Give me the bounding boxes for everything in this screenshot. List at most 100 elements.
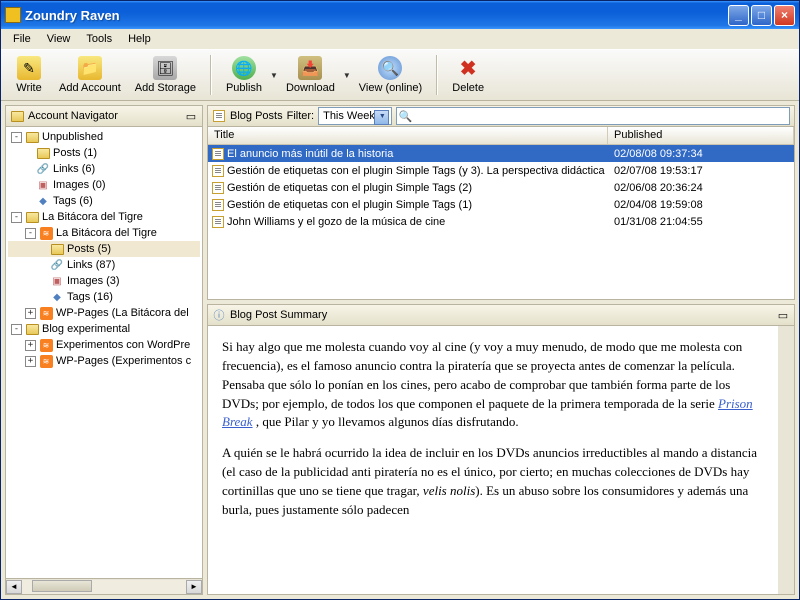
link-icon: 🔗 <box>36 162 50 176</box>
folder-icon <box>25 210 39 224</box>
summary-menu-icon[interactable]: ▭ <box>776 308 790 322</box>
scroll-thumb[interactable] <box>32 580 92 592</box>
tree-item-images[interactable]: ▣Images (3) <box>8 273 200 289</box>
summary-paragraph: Si hay algo que me molesta cuando voy al… <box>222 338 764 432</box>
navigator-tree[interactable]: -Unpublished Posts (1) 🔗Links (6) ▣Image… <box>5 127 203 579</box>
tree-item-account[interactable]: -La Bitácora del Tigre <box>8 209 200 225</box>
posts-pane: Blog Posts Filter: This Week▼ 🔍 Title Pu… <box>207 105 795 300</box>
info-icon: ⓘ <box>212 308 226 322</box>
tree-item-links[interactable]: 🔗Links (6) <box>8 161 200 177</box>
publish-button[interactable]: 🌐Publish <box>220 54 268 96</box>
scroll-track[interactable] <box>22 580 186 594</box>
list-columns: Title Published <box>208 127 794 145</box>
write-button[interactable]: ✎Write <box>7 54 51 96</box>
post-icon <box>212 199 224 211</box>
posts-title: Blog Posts <box>230 110 283 122</box>
download-button[interactable]: 📥Download <box>280 54 341 96</box>
tree-item-blog[interactable]: +≋Experimentos con WordPre <box>8 337 200 353</box>
posts-header: Blog Posts Filter: This Week▼ 🔍 <box>207 105 795 127</box>
download-icon: 📥 <box>298 56 322 80</box>
tree-item-tags[interactable]: ◆Tags (6) <box>8 193 200 209</box>
expand-icon[interactable]: + <box>25 340 36 351</box>
add-account-button[interactable]: 📁Add Account <box>53 54 127 96</box>
tree-item-tags[interactable]: ◆Tags (16) <box>8 289 200 305</box>
rss-icon: ≋ <box>39 354 53 368</box>
delete-x-icon: ✖ <box>456 56 480 80</box>
collapse-icon[interactable]: - <box>11 132 22 143</box>
tree-item-posts-selected[interactable]: Posts (5) <box>8 241 200 257</box>
tree-item-links[interactable]: 🔗Links (87) <box>8 257 200 273</box>
list-row[interactable]: Gestión de etiquetas con el plugin Simpl… <box>208 196 794 213</box>
app-window: Zoundry Raven _ □ × File View Tools Help… <box>0 0 800 600</box>
chevron-down-icon: ▼ <box>379 113 386 120</box>
right-panes: Blog Posts Filter: This Week▼ 🔍 Title Pu… <box>207 105 795 595</box>
menu-tools[interactable]: Tools <box>78 31 120 47</box>
scroll-right-icon[interactable]: ► <box>186 580 202 594</box>
list-row[interactable]: John Williams y el gozo de la música de … <box>208 213 794 230</box>
toolbar: ✎Write 📁Add Account 🗄Add Storage 🌐Publis… <box>1 49 799 101</box>
col-published[interactable]: Published <box>608 127 794 144</box>
collapse-icon[interactable]: - <box>11 324 22 335</box>
maximize-button[interactable]: □ <box>751 5 772 26</box>
navigator-pane: Account Navigator ▭ -Unpublished Posts (… <box>5 105 203 595</box>
navigator-hscroll[interactable]: ◄ ► <box>5 579 203 595</box>
content-area: Account Navigator ▭ -Unpublished Posts (… <box>1 101 799 599</box>
tree-item-blog[interactable]: +≋WP-Pages (La Bitácora del <box>8 305 200 321</box>
tree-item-unpublished[interactable]: -Unpublished <box>8 129 200 145</box>
download-dropdown-icon[interactable]: ▼ <box>343 71 351 80</box>
summary-paragraph: A quién se le habrá ocurrido la idea de … <box>222 444 764 519</box>
image-icon: ▣ <box>50 274 64 288</box>
navigator-menu-icon[interactable]: ▭ <box>184 109 198 123</box>
folder-icon <box>25 130 39 144</box>
minimize-button[interactable]: _ <box>728 5 749 26</box>
tree-item-blog[interactable]: -≋La Bitácora del Tigre <box>8 225 200 241</box>
rss-icon: ≋ <box>39 306 53 320</box>
posts-list: Title Published El anuncio más inútil de… <box>207 127 795 300</box>
menu-file[interactable]: File <box>5 31 39 47</box>
col-title[interactable]: Title <box>208 127 608 144</box>
post-icon <box>212 182 224 194</box>
tree-item-posts[interactable]: Posts (1) <box>8 145 200 161</box>
image-icon: ▣ <box>36 178 50 192</box>
delete-button[interactable]: ✖Delete <box>446 54 490 96</box>
app-icon <box>5 7 21 23</box>
menu-view[interactable]: View <box>39 31 79 47</box>
summary-title: Blog Post Summary <box>230 309 772 321</box>
tree-item-images[interactable]: ▣Images (0) <box>8 177 200 193</box>
expand-icon[interactable]: + <box>25 356 36 367</box>
summary-body[interactable]: Si hay algo que me molesta cuando voy al… <box>208 326 778 594</box>
titlebar[interactable]: Zoundry Raven _ □ × <box>1 1 799 29</box>
publish-dropdown-icon[interactable]: ▼ <box>270 71 278 80</box>
toolbar-separator <box>210 55 212 95</box>
tree-item-account[interactable]: -Blog experimental <box>8 321 200 337</box>
filter-select[interactable]: This Week▼ <box>318 107 392 125</box>
globe-up-icon: 🌐 <box>232 56 256 80</box>
expand-icon[interactable]: + <box>25 308 36 319</box>
tag-icon: ◆ <box>36 194 50 208</box>
add-storage-button[interactable]: 🗄Add Storage <box>129 54 202 96</box>
navigator-header: Account Navigator ▭ <box>5 105 203 127</box>
folder-tree-icon <box>10 109 24 123</box>
window-title: Zoundry Raven <box>25 8 728 23</box>
folder-icon <box>25 322 39 336</box>
scroll-left-icon[interactable]: ◄ <box>6 580 22 594</box>
menubar: File View Tools Help <box>1 29 799 49</box>
collapse-icon[interactable]: - <box>25 228 36 239</box>
link-icon: 🔗 <box>50 258 64 272</box>
tag-icon: ◆ <box>50 290 64 304</box>
list-row[interactable]: El anuncio más inútil de la historia02/0… <box>208 145 794 162</box>
summary-vscroll[interactable] <box>778 326 794 594</box>
magnifier-icon: 🔍 <box>378 56 402 80</box>
tree-item-blog[interactable]: +≋WP-Pages (Experimentos c <box>8 353 200 369</box>
view-online-button[interactable]: 🔍View (online) <box>353 54 428 96</box>
list-row[interactable]: Gestión de etiquetas con el plugin Simpl… <box>208 179 794 196</box>
list-row[interactable]: Gestión de etiquetas con el plugin Simpl… <box>208 162 794 179</box>
rss-icon: ≋ <box>39 226 53 240</box>
collapse-icon[interactable]: - <box>11 212 22 223</box>
menu-help[interactable]: Help <box>120 31 159 47</box>
document-icon <box>212 109 226 123</box>
close-button[interactable]: × <box>774 5 795 26</box>
storage-icon: 🗄 <box>153 56 177 80</box>
post-icon <box>212 165 224 177</box>
search-input[interactable]: 🔍 <box>396 107 790 125</box>
